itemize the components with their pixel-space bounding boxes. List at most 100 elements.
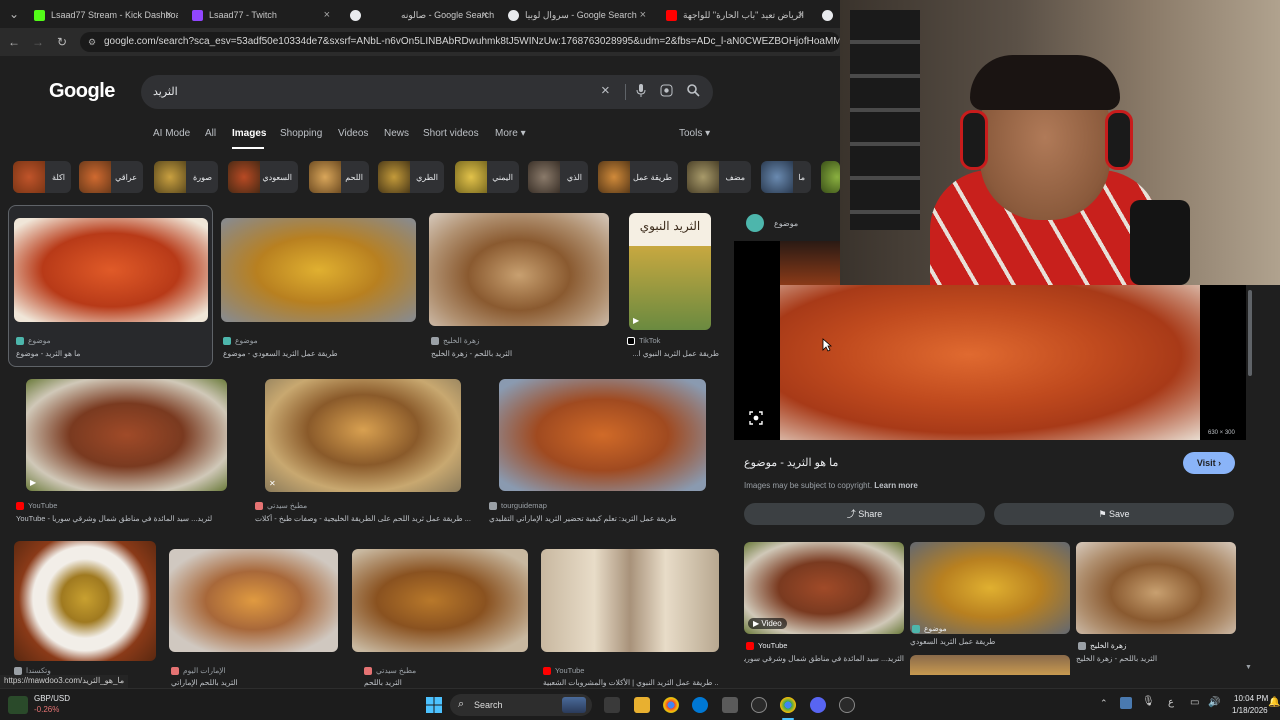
site-info-icon[interactable]: ⚙ xyxy=(88,32,96,52)
tab-images[interactable]: Images xyxy=(232,128,266,139)
network-icon[interactable]: ▭ xyxy=(1190,697,1199,708)
tray-chevron-icon[interactable]: ⌃ xyxy=(1100,698,1108,709)
result-caption[interactable]: ما هو الثريد - موضوع xyxy=(16,349,206,358)
google-logo[interactable]: Google xyxy=(49,80,115,103)
close-icon[interactable]: × xyxy=(798,9,804,21)
result-image[interactable]: ✕ xyxy=(265,379,461,492)
chrome-icon[interactable] xyxy=(663,697,679,713)
microphone-icon[interactable]: 🎙 xyxy=(1142,696,1155,707)
obs-icon[interactable] xyxy=(839,697,855,713)
filter-chip[interactable]: السعودي xyxy=(228,161,298,193)
filter-chip[interactable]: مضف xyxy=(687,161,751,193)
related-image[interactable] xyxy=(910,655,1070,675)
result-caption[interactable]: طريقة عمل الثريد: تعلم كيفية تحضير الثري… xyxy=(489,514,679,523)
result-image[interactable]: الثريد النبوي ▶ xyxy=(629,213,711,330)
search-icon[interactable] xyxy=(687,84,700,100)
related-image[interactable] xyxy=(1076,542,1236,634)
save-button[interactable]: ⚑ Save xyxy=(994,503,1234,525)
lens-search-icon[interactable] xyxy=(748,410,764,426)
learn-more-link[interactable]: Learn more xyxy=(874,481,918,490)
discord-icon[interactable] xyxy=(810,697,826,713)
chrome-active-icon[interactable] xyxy=(780,697,796,713)
panel-scrollbar[interactable] xyxy=(1248,290,1252,376)
related-caption[interactable]: الثريد... سيد المائدة في مناطق شمال وشرق… xyxy=(744,654,904,663)
tab-more[interactable]: More ▾ xyxy=(495,128,526,139)
volume-icon[interactable]: 🔊 xyxy=(1208,697,1220,708)
app-icon[interactable] xyxy=(751,697,767,713)
panel-source[interactable]: موضوع xyxy=(746,214,798,232)
filter-chip[interactable]: عراقي xyxy=(79,161,143,193)
share-button[interactable]: ⤴ Share xyxy=(744,503,985,525)
result-image[interactable] xyxy=(429,213,609,326)
close-icon[interactable]: × xyxy=(324,9,330,21)
task-view-icon[interactable] xyxy=(604,697,620,713)
result-source[interactable]: زهرة الخليج xyxy=(431,336,480,345)
lens-camera-icon[interactable] xyxy=(660,84,673,100)
browser-tab[interactable] xyxy=(816,4,840,26)
ticker-icon[interactable] xyxy=(8,696,28,714)
filter-chip[interactable]: اكلة xyxy=(13,161,71,193)
microphone-icon[interactable] xyxy=(636,84,646,101)
tab-short-videos[interactable]: Short videos xyxy=(423,128,479,139)
notification-icon[interactable]: 🔔 xyxy=(1268,697,1280,708)
tab-search-chevron-icon[interactable]: ⌄ xyxy=(6,6,22,22)
result-caption[interactable]: طريقة عمل الثريد النبوي | الأكلات والمشر… xyxy=(543,678,719,687)
back-arrow-icon[interactable]: ← xyxy=(6,34,22,50)
related-image[interactable] xyxy=(910,542,1070,634)
filter-chip[interactable]: ما xyxy=(761,161,811,193)
result-caption[interactable]: طريقة عمل ثريد اللحم على الطريقة الخليجي… xyxy=(255,514,473,523)
result-source[interactable]: YouTube xyxy=(543,666,584,675)
filter-chip[interactable]: الذي xyxy=(528,161,588,193)
result-caption[interactable]: طريقة عمل الثريد السعودي - موضوع xyxy=(223,349,413,358)
filter-chip[interactable]: الطري xyxy=(378,161,444,193)
browser-tab[interactable]: صالونه - Google Search × xyxy=(344,4,494,26)
taskbar-search[interactable]: ⌕ Search xyxy=(450,694,592,716)
close-icon[interactable]: × xyxy=(166,9,172,21)
result-image[interactable] xyxy=(352,549,528,652)
windows-start-icon[interactable] xyxy=(426,697,442,713)
related-source[interactable]: زهرة الخليج xyxy=(1078,641,1127,650)
filter-chip[interactable]: طريقة عمل xyxy=(598,161,678,193)
result-source[interactable]: مطبخ سيدتي xyxy=(255,501,307,510)
reload-icon[interactable]: ↻ xyxy=(54,34,70,50)
result-caption[interactable]: طريقة عمل الثريد النبوي ا... xyxy=(627,349,719,358)
result-source[interactable]: YouTube xyxy=(16,501,57,510)
forward-arrow-icon[interactable]: → xyxy=(30,34,46,50)
search-input[interactable]: الثريد xyxy=(153,85,178,98)
related-source[interactable]: YouTube xyxy=(746,641,787,650)
filter-chip[interactable] xyxy=(821,161,840,193)
result-caption[interactable]: الثريد باللحم الإماراتي xyxy=(171,678,281,687)
tools-button[interactable]: Tools ▾ xyxy=(679,128,710,139)
result-image[interactable] xyxy=(169,549,338,652)
tab-ai-mode[interactable]: AI Mode xyxy=(153,128,190,139)
result-source[interactable]: مطبخ سيدتي xyxy=(364,666,416,675)
result-source[interactable]: وتكسندا xyxy=(14,666,51,675)
related-caption[interactable]: الثريد باللحم - زهرة الخليج xyxy=(1076,654,1226,663)
visit-button[interactable]: Visit › xyxy=(1183,452,1235,474)
clock-time[interactable]: 10:04 PM xyxy=(1234,694,1268,703)
browser-tab[interactable]: سروال لوبيا - Google Search × xyxy=(502,4,652,26)
tab-news[interactable]: News xyxy=(384,128,409,139)
filter-chip[interactable]: اليمني xyxy=(455,161,519,193)
filter-chip[interactable]: صورة xyxy=(154,161,218,193)
edge-icon[interactable] xyxy=(692,697,708,713)
result-source[interactable]: TikTok xyxy=(627,336,660,345)
close-icon[interactable]: × xyxy=(640,9,646,21)
language-indicator[interactable]: ع xyxy=(1168,697,1174,708)
result-source[interactable]: الإمارات اليوم xyxy=(171,666,226,675)
result-caption[interactable]: YouTube - الثريد... سيد المائدة في مناطق… xyxy=(16,514,212,523)
search-box[interactable]: الثريد × xyxy=(141,75,713,109)
clock-date[interactable]: 1/18/2026 xyxy=(1232,706,1268,715)
result-image[interactable] xyxy=(541,549,719,652)
browser-tab[interactable]: Lsaad77 Stream - Kick Dashboa × xyxy=(28,4,178,26)
result-image[interactable] xyxy=(221,218,416,322)
result-caption[interactable]: الثريد باللحم xyxy=(364,678,454,687)
close-icon[interactable]: × xyxy=(482,9,488,21)
tab-shopping[interactable]: Shopping xyxy=(280,128,322,139)
result-image[interactable] xyxy=(499,379,706,491)
tab-all[interactable]: All xyxy=(205,128,216,139)
tab-videos[interactable]: Videos xyxy=(338,128,368,139)
result-source[interactable]: موضوع xyxy=(223,336,258,345)
related-source[interactable]: موضوع xyxy=(912,624,947,633)
browser-tab[interactable]: Lsaad77 - Twitch × xyxy=(186,4,336,26)
